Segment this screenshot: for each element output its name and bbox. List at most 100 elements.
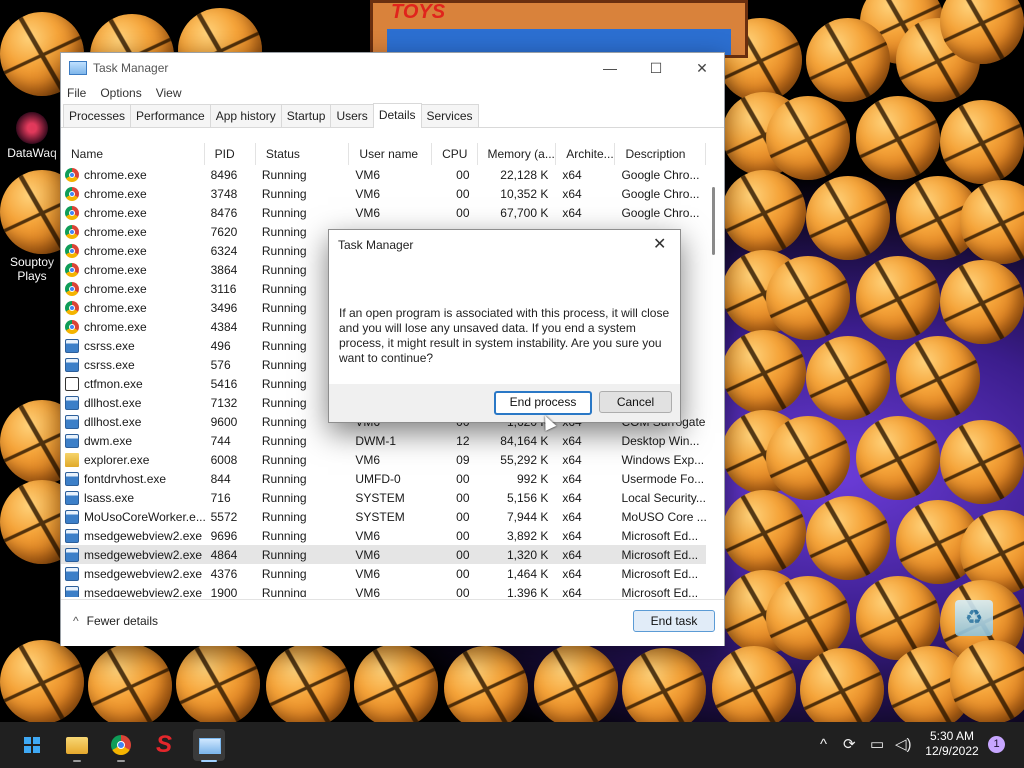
taskbar-chrome[interactable] <box>105 729 137 762</box>
table-row[interactable]: msedgewebview2.exe 1900 Running VM6 00 1,396 … <box>61 583 706 597</box>
process-name: ctfmon.exe <box>84 376 143 391</box>
tab-performance[interactable]: Performance <box>130 104 211 127</box>
close-button[interactable]: ✕ <box>679 53 725 83</box>
end-task-button[interactable]: End task <box>633 610 715 632</box>
process-name: msedgewebview2.exe <box>84 528 203 543</box>
scrollbar-thumb[interactable] <box>712 187 715 255</box>
recycle-bin-icon[interactable]: ♻ <box>955 600 993 636</box>
vertical-scrollbar[interactable] <box>709 187 717 597</box>
table-row[interactable]: lsass.exe 716 Running SYSTEM 00 5,156 K x64 Loc… <box>61 488 706 507</box>
process-name: chrome.exe <box>84 300 147 315</box>
table-row[interactable]: msedgewebview2.exe 4376 Running VM6 00 1,464 … <box>61 564 706 583</box>
table-row[interactable]: chrome.exe 8496 Running VM6 00 22,128 K x64 Goo… <box>61 165 706 184</box>
app-box-icon <box>65 471 79 486</box>
cell-status: Running <box>261 566 307 581</box>
process-name: lsass.exe <box>84 490 135 505</box>
cell-pid: 6324 <box>210 243 238 258</box>
cell-user: VM6 <box>355 566 381 581</box>
end-process-dialog: Task Manager ✕ If an open program is ass… <box>328 229 681 423</box>
taskbar-s-app[interactable]: S <box>149 729 181 761</box>
cell-status: Running <box>261 528 307 543</box>
column-header-cpu[interactable]: CPU <box>432 143 478 165</box>
cell-description: Microsoft Ed... <box>621 528 699 543</box>
chevron-up-icon[interactable]: ^ <box>820 722 827 768</box>
menu-options[interactable]: Options <box>100 86 141 100</box>
clock[interactable]: 5:30 AM 12/9/2022 <box>918 729 986 759</box>
basketball-decoration <box>722 330 806 414</box>
desktop-icon-label: DataWaq <box>7 146 57 160</box>
dialog-footer: End process Cancel <box>329 384 680 422</box>
start-button[interactable] <box>16 729 48 761</box>
app-box-icon <box>65 528 79 543</box>
sync-icon[interactable]: ⟳ <box>843 722 856 768</box>
table-row[interactable]: MoUsoCoreWorker.e... 5572 Running SYSTEM 00 7… <box>61 507 706 526</box>
cell-memory: 22,128 K <box>500 167 549 182</box>
basketball-decoration <box>806 496 890 580</box>
taskbar-task-manager[interactable] <box>193 729 225 762</box>
table-row[interactable]: dwm.exe 744 Running DWM-1 12 84,164 K x64 Deskt… <box>61 431 706 450</box>
window-title: Task Manager <box>93 61 169 75</box>
desktop-icon-datawaq[interactable]: DataWaq <box>2 112 62 160</box>
column-header-user[interactable]: User name <box>349 143 433 165</box>
network-icon[interactable]: ▭ <box>870 722 884 768</box>
cell-memory: 67,700 K <box>500 205 549 220</box>
column-header-description[interactable]: Description <box>615 143 706 165</box>
tab-processes[interactable]: Processes <box>63 104 132 127</box>
chrome-icon <box>65 319 79 334</box>
table-row[interactable]: explorer.exe 6008 Running VM6 09 55,292 K x64 W… <box>61 450 706 469</box>
table-row[interactable]: msedgewebview2.exe 9696 Running VM6 00 3,892 … <box>61 526 706 545</box>
basketball-decoration <box>856 256 940 340</box>
table-row[interactable]: fontdrvhost.exe 844 Running UMFD-0 00 992 K x6… <box>61 469 706 488</box>
cell-user: UMFD-0 <box>355 471 401 486</box>
tab-details[interactable]: Details <box>372 103 422 128</box>
fewer-details-button[interactable]: ^ Fewer details <box>73 614 158 628</box>
column-header-architecture[interactable]: Archite... <box>556 143 616 165</box>
table-row[interactable]: msedgewebview2.exe 4864 Running VM6 00 1,320 … <box>61 545 706 564</box>
volume-icon[interactable]: ◁) <box>895 722 912 768</box>
notification-badge[interactable]: 1 <box>988 736 1005 753</box>
end-process-button[interactable]: End process <box>494 391 592 415</box>
table-row[interactable]: chrome.exe 8476 Running VM6 00 67,700 K x64 Goo… <box>61 203 706 222</box>
tab-users[interactable]: Users <box>330 104 374 127</box>
cancel-button[interactable]: Cancel <box>599 391 672 413</box>
fewer-details-label: Fewer details <box>86 614 159 628</box>
tab-app-history[interactable]: App history <box>209 104 282 127</box>
column-header-pid[interactable]: PID <box>205 143 256 165</box>
edit-icon <box>65 376 79 391</box>
process-name: chrome.exe <box>84 186 147 201</box>
chrome-icon <box>65 281 79 296</box>
process-name: csrss.exe <box>84 338 135 353</box>
chrome-icon <box>65 243 79 258</box>
cell-status: Running <box>261 452 307 467</box>
process-name: chrome.exe <box>84 281 147 296</box>
chrome-icon <box>65 167 79 182</box>
table-row[interactable]: chrome.exe 3748 Running VM6 00 10,352 K x64 Goo… <box>61 184 706 203</box>
cell-user: VM6 <box>355 205 381 220</box>
maximize-button[interactable]: ☐ <box>633 53 679 83</box>
desktop-icon-souptoy[interactable]: Souptoy Plays <box>2 255 62 283</box>
cell-cpu: 00 <box>456 490 470 505</box>
cell-status: Running <box>261 433 307 448</box>
cell-architecture: x64 <box>562 452 582 467</box>
minimize-button[interactable]: — <box>587 53 633 83</box>
column-header-status[interactable]: Status <box>256 143 350 165</box>
app-box-icon <box>65 566 79 581</box>
dialog-close-button[interactable]: ✕ <box>653 234 666 254</box>
cell-pid: 5416 <box>210 376 238 391</box>
tab-startup[interactable]: Startup <box>280 104 332 127</box>
menu-view[interactable]: View <box>156 86 182 100</box>
basketball-decoration <box>266 644 350 728</box>
basketball-decoration <box>896 336 980 420</box>
taskbar-file-explorer[interactable] <box>61 729 93 762</box>
cell-description: Local Security... <box>621 490 706 505</box>
column-header-memory[interactable]: Memory (a... <box>478 143 557 165</box>
cell-cpu: 00 <box>456 585 470 598</box>
cell-name: csrss.exe <box>61 357 205 372</box>
cell-status: Running <box>261 186 307 201</box>
cell-name: chrome.exe <box>61 243 205 258</box>
cell-pid: 716 <box>210 490 231 505</box>
title-bar[interactable]: Task Manager — ☐ ✕ <box>61 53 724 83</box>
tab-services[interactable]: Services <box>420 104 479 127</box>
cell-cpu: 00 <box>456 509 470 524</box>
menu-file[interactable]: File <box>67 86 86 100</box>
